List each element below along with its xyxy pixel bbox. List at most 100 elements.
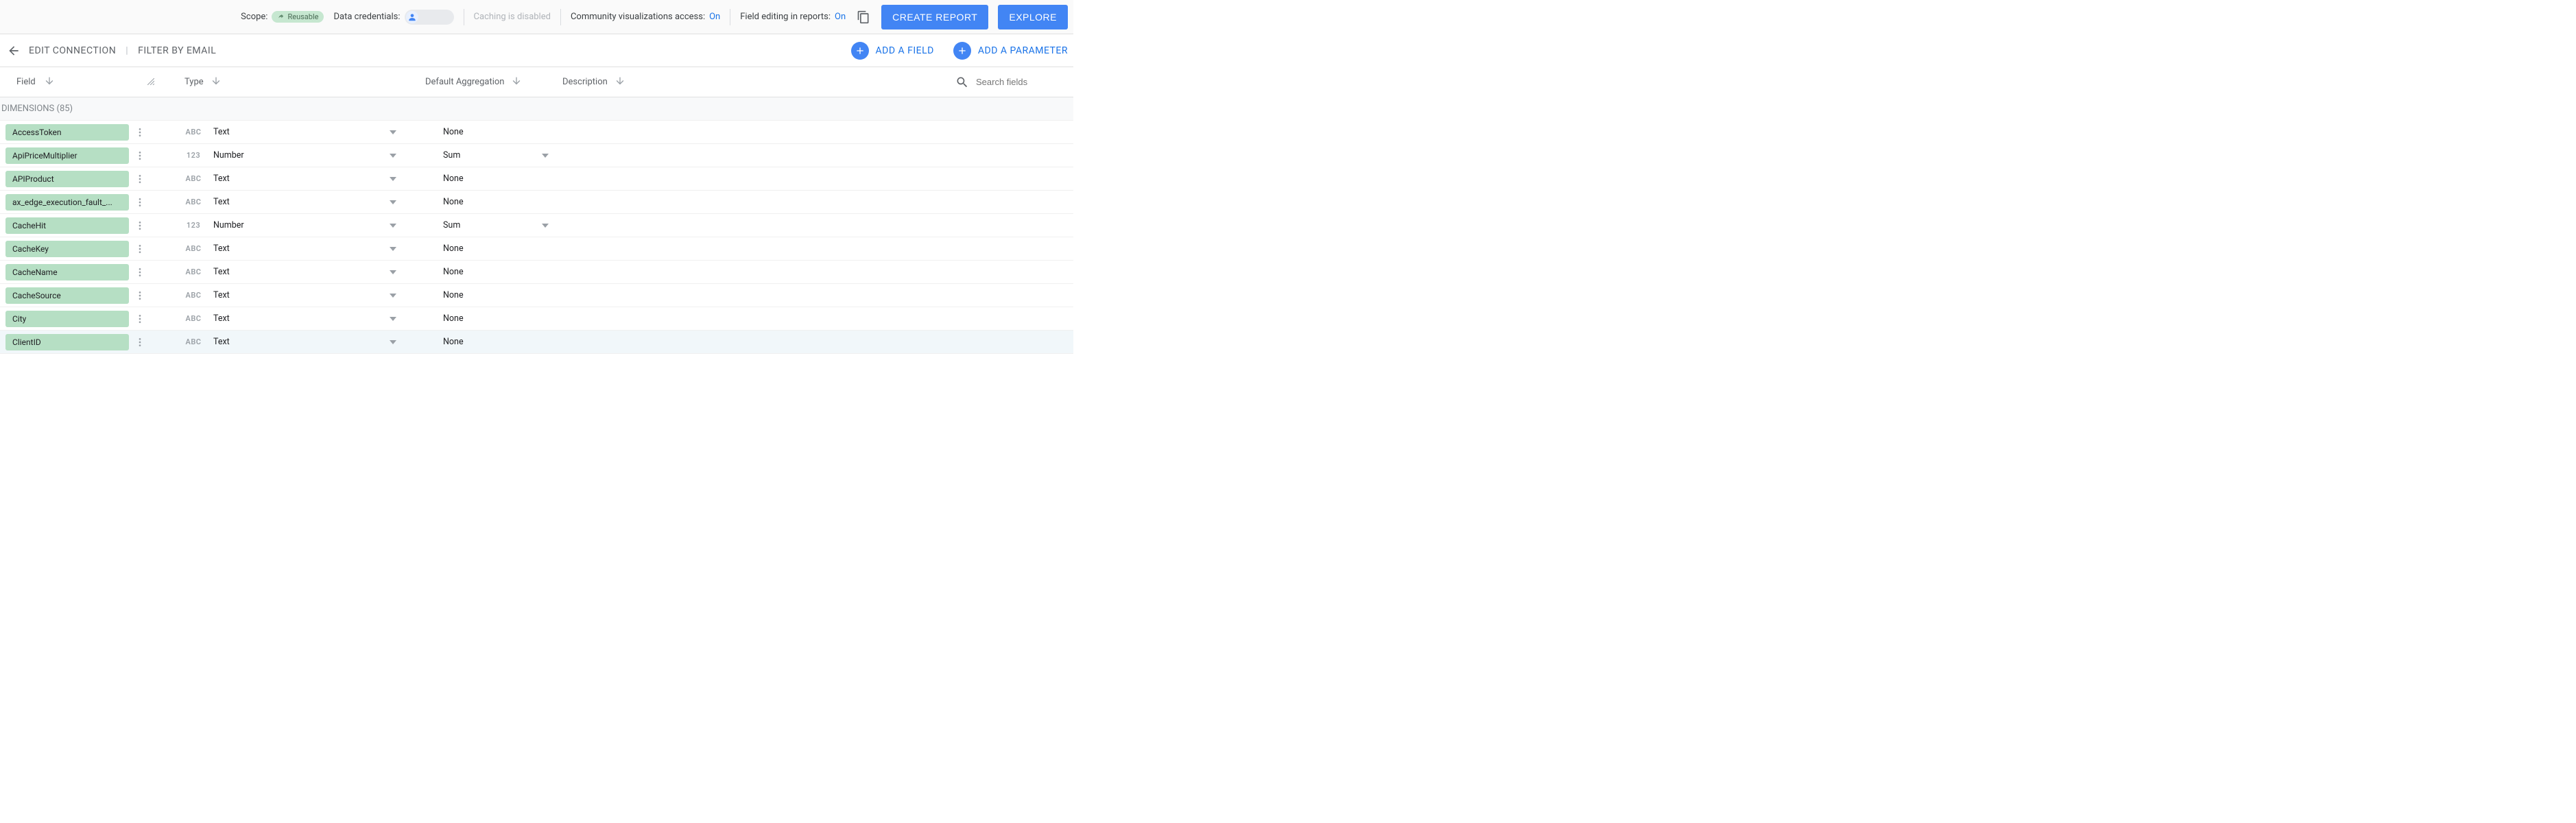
avatar-icon [406,11,418,23]
scope-label: Scope: [241,12,267,22]
cell-type[interactable]: ABC Text [154,243,425,254]
divider [560,9,561,25]
row-menu-button[interactable] [132,147,148,164]
cell-type[interactable]: 123 Number [154,220,425,230]
cell-type[interactable]: ABC Text [154,313,425,324]
community-vis-value[interactable]: On [709,12,720,22]
field-chip[interactable]: APIProduct [5,171,129,187]
share-arrow-icon [277,13,285,21]
aggregation-label: None [443,290,531,300]
field-chip[interactable]: AccessToken [5,124,129,141]
cell-aggregation[interactable]: None [425,174,562,184]
col-header-aggregation[interactable]: Default Aggregation [425,75,562,89]
type-icon: ABC [184,337,202,346]
field-editing-value[interactable]: On [835,12,846,22]
field-name: ClientID [12,337,41,347]
cell-aggregation[interactable]: None [425,313,562,324]
field-chip[interactable]: CacheName [5,264,129,281]
cell-type[interactable]: ABC Text [154,337,425,347]
row-menu-button[interactable] [132,194,148,211]
chevron-down-icon [390,154,396,158]
type-dropdown-caret [390,267,396,277]
plus-icon [953,42,971,60]
type-label: Text [213,197,379,207]
type-icon: ABC [184,244,202,253]
cell-aggregation[interactable]: Sum [425,220,562,230]
field-chip[interactable]: ClientID [5,334,129,350]
type-dropdown-caret [390,290,396,300]
reusable-chip-label: Reusable [287,12,318,21]
resize-handle-icon[interactable] [147,77,154,88]
breadcrumb-edit-connection[interactable]: EDIT CONNECTION [29,45,116,56]
cell-type[interactable]: ABC Text [154,197,425,207]
row-menu-button[interactable] [132,311,148,327]
cell-aggregation[interactable]: None [425,267,562,277]
field-chip[interactable]: ApiPriceMultiplier [5,147,129,164]
col-header-description[interactable]: Description [562,75,955,89]
credentials-toggle[interactable] [405,10,454,25]
row-menu-button[interactable] [132,241,148,257]
create-report-button[interactable]: CREATE REPORT [881,5,988,29]
field-chip[interactable]: CacheKey [5,241,129,257]
field-name: ax_edge_execution_fault_... [12,198,112,207]
explore-button[interactable]: EXPLORE [998,5,1068,29]
chevron-down-icon [542,224,549,228]
col-field-label: Field [16,77,36,87]
cell-field: APIProduct [0,171,154,187]
config-bar: Scope: Reusable Data credentials: Cachin… [0,0,1073,34]
reusable-chip[interactable]: Reusable [272,11,324,23]
add-parameter-label: ADD A PARAMETER [978,45,1068,56]
cell-field: ClientID [0,334,154,350]
kebab-icon [134,243,145,254]
chevron-down-icon [390,130,396,134]
col-agg-label: Default Aggregation [425,77,504,87]
type-dropdown-caret [390,313,396,324]
caching-config: Caching is disabled [474,12,551,22]
row-menu-button[interactable] [132,287,148,304]
row-menu-button[interactable] [132,334,148,350]
cell-type[interactable]: ABC Text [154,174,425,184]
cell-aggregation[interactable]: None [425,243,562,254]
cell-aggregation[interactable]: None [425,290,562,300]
back-arrow-button[interactable] [5,43,22,59]
add-parameter-button[interactable]: ADD A PARAMETER [953,42,1068,60]
field-chip[interactable]: CacheSource [5,287,129,304]
sort-arrow-icon [44,75,55,89]
field-chip[interactable]: CacheHit [5,217,129,234]
data-credentials-config: Data credentials: [333,10,453,25]
community-vis-label: Community visualizations access: [571,12,705,22]
cell-aggregation[interactable]: None [425,197,562,207]
cell-type[interactable]: ABC Text [154,127,425,137]
copy-icon-button[interactable] [855,9,872,25]
cell-aggregation[interactable]: Sum [425,150,562,160]
col-header-type[interactable]: Type [154,75,425,89]
breadcrumb: EDIT CONNECTION | FILTER BY EMAIL [29,45,216,56]
type-dropdown-caret [390,220,396,230]
breadcrumb-filter-by-email[interactable]: FILTER BY EMAIL [138,45,216,56]
type-icon: ABC [184,198,202,206]
cell-aggregation[interactable]: None [425,127,562,137]
add-field-button[interactable]: ADD A FIELD [851,42,934,60]
col-header-field[interactable]: Field [0,75,154,89]
kebab-icon [134,290,145,301]
field-name: AccessToken [12,128,62,137]
row-menu-button[interactable] [132,264,148,281]
cell-type[interactable]: 123 Number [154,150,425,160]
row-menu-button[interactable] [132,124,148,141]
type-label: Text [213,267,379,277]
table-row: CacheName ABC Text None [0,261,1073,284]
cell-type[interactable]: ABC Text [154,267,425,277]
kebab-icon [134,337,145,348]
chevron-down-icon [390,294,396,298]
search-input[interactable] [976,77,1065,87]
field-chip[interactable]: ax_edge_execution_fault_... [5,194,129,211]
cell-aggregation[interactable]: None [425,337,562,347]
field-chip[interactable]: City [5,311,129,327]
row-menu-button[interactable] [132,217,148,234]
row-menu-button[interactable] [132,171,148,187]
community-vis-config: Community visualizations access: On [571,12,720,22]
cell-type[interactable]: ABC Text [154,290,425,300]
aggregation-label: Sum [443,150,531,160]
table-row: ClientID ABC Text None [0,331,1073,354]
search-fields[interactable] [955,75,1073,89]
